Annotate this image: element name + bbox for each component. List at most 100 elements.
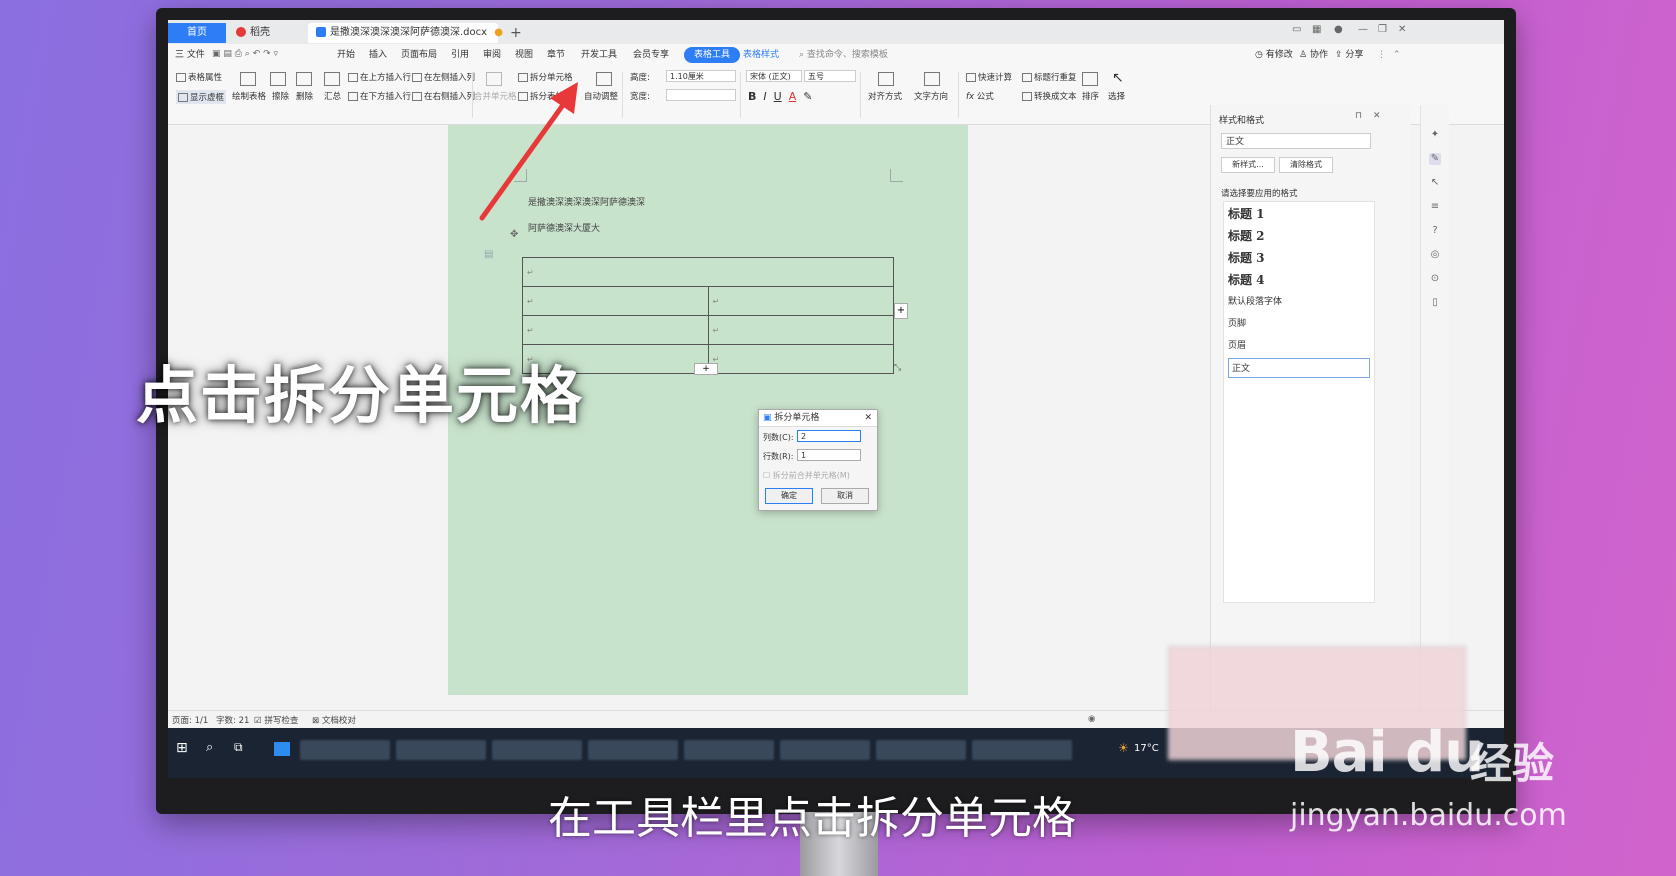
menu-review[interactable]: 审阅	[478, 47, 506, 63]
cancel-button[interactable]: 取消	[821, 488, 869, 504]
summary-button[interactable]: 汇总	[324, 90, 341, 102]
restore-icon[interactable]: ❐	[1378, 24, 1387, 35]
repeat-header-button[interactable]: 标题行重复	[1022, 71, 1077, 83]
table-cell[interactable]: ↵	[522, 315, 709, 345]
new-tab-button[interactable]: +	[502, 23, 522, 43]
taskbar-app-blurred[interactable]	[684, 740, 774, 760]
command-search[interactable]: ⌕ 查找命令、搜索模板	[794, 47, 893, 63]
insert-row-below-button[interactable]: 在下方插入行	[348, 90, 411, 102]
layout-icon[interactable]: ▭	[1292, 24, 1301, 35]
merge-before-split-checkbox[interactable]: ☐ 拆分前合并单元格(M)	[763, 470, 850, 481]
style-icon[interactable]: ✦	[1429, 129, 1441, 141]
ok-button[interactable]: 确定	[765, 488, 813, 504]
tab-home[interactable]: 首页	[168, 23, 226, 43]
has-changes-button[interactable]: ◷ 有修改	[1250, 47, 1298, 63]
style-heading-1[interactable]: 标题 1	[1228, 204, 1370, 224]
table-resize-icon[interactable]: ⤡	[894, 363, 901, 373]
share-button[interactable]: ⇪ 分享	[1330, 47, 1368, 63]
help-icon[interactable]: ?	[1429, 225, 1441, 237]
taskbar-search-icon[interactable]: ⌕	[206, 740, 213, 755]
sliders-icon[interactable]: ≡	[1429, 201, 1441, 213]
pointer-icon[interactable]: ↖	[1429, 177, 1441, 189]
location-icon[interactable]: ⊙	[1429, 273, 1441, 285]
spell-check-button[interactable]: ☑ 拼写检查	[254, 714, 298, 726]
taskbar-app-blurred[interactable]	[972, 740, 1072, 760]
erase-button[interactable]: 擦除	[272, 90, 289, 102]
task-view-icon[interactable]: ⧉	[234, 740, 243, 755]
style-heading-2[interactable]: 标题 2	[1228, 226, 1370, 246]
taskbar-app-blurred[interactable]	[492, 740, 582, 760]
menu-chapter[interactable]: 章节	[542, 47, 570, 63]
quick-calc-button[interactable]: 快速计算	[966, 71, 1012, 83]
menu-table-style[interactable]: 表格样式	[738, 47, 784, 63]
file-explorer-icon[interactable]	[274, 742, 290, 756]
table-move-handle-icon[interactable]: ✥	[510, 229, 522, 241]
align-button[interactable]: 对齐方式	[868, 90, 902, 102]
table-cell[interactable]: ↵	[522, 286, 709, 316]
table-cell[interactable]: ↵	[522, 257, 894, 287]
insert-row-above-button[interactable]: 在上方插入行	[348, 71, 411, 83]
taskbar-app-blurred[interactable]	[396, 740, 486, 760]
avatar[interactable]: ●	[1334, 24, 1343, 35]
delete-button[interactable]: 删除	[296, 90, 313, 102]
add-row-icon[interactable]: +	[694, 363, 718, 375]
edit-icon[interactable]: ✎	[1429, 153, 1441, 165]
menu-view[interactable]: 视图	[510, 47, 538, 63]
clear-format-button[interactable]: 清除格式	[1279, 157, 1333, 173]
windows-start-icon[interactable]: ⊞	[176, 740, 188, 756]
book-icon[interactable]: ▯	[1429, 297, 1441, 309]
show-border-button[interactable]: 显示虚框	[176, 90, 227, 104]
table-cell[interactable]: ↵	[707, 286, 894, 316]
formula-button[interactable]: fx 公式	[966, 90, 994, 102]
underline-button[interactable]: U	[774, 90, 782, 103]
style-default-para-font[interactable]: 默认段落字体	[1228, 292, 1370, 312]
taskbar-app-blurred[interactable]	[780, 740, 870, 760]
taskbar-app-blurred[interactable]	[300, 740, 390, 760]
bold-button[interactable]: B	[748, 90, 756, 103]
insert-col-left-button[interactable]: 在左侧插入列	[412, 71, 475, 83]
current-style-select[interactable]: 正文	[1221, 133, 1371, 149]
menu-table-tools[interactable]: 表格工具	[684, 47, 741, 63]
sort-button[interactable]: 排序	[1082, 90, 1099, 102]
collaborate-button[interactable]: ♙ 协作	[1294, 47, 1333, 63]
tab-document[interactable]: 是撒澳深澳深澳深阿萨德澳深.docx ●	[308, 23, 503, 43]
italic-button[interactable]: I	[763, 90, 766, 103]
insert-col-right-button[interactable]: 在右侧插入列	[412, 90, 475, 102]
taskbar-app-blurred[interactable]	[588, 740, 678, 760]
menu-start[interactable]: 开始	[332, 47, 360, 63]
style-header[interactable]: 页眉	[1228, 336, 1370, 356]
highlight-icon[interactable]: ✎	[803, 90, 812, 103]
font-size-select[interactable]: 五号	[804, 70, 856, 82]
close-icon[interactable]: ✕	[1398, 24, 1406, 35]
table-cell[interactable]: ↵	[707, 344, 894, 374]
panel-close-icon[interactable]: ✕	[1373, 111, 1381, 121]
table-properties-button[interactable]: 表格属性	[176, 71, 222, 83]
tab-docer[interactable]: 稻壳	[228, 23, 306, 43]
table-cell[interactable]: ↵	[707, 315, 894, 345]
backup-icon[interactable]: ◎	[1429, 249, 1441, 261]
temperature[interactable]: 17°C	[1134, 743, 1159, 754]
dialog-close-icon[interactable]: ✕	[864, 410, 872, 426]
collapse-ribbon-icon[interactable]: ⌃	[1388, 47, 1406, 63]
style-heading-4[interactable]: 标题 4	[1228, 270, 1370, 290]
menu-member[interactable]: 会员专享	[628, 47, 674, 63]
width-input[interactable]	[666, 89, 736, 101]
style-body-text[interactable]: 正文	[1228, 358, 1370, 378]
paste-options-icon[interactable]: ▤	[484, 249, 493, 260]
style-heading-3[interactable]: 标题 3	[1228, 248, 1370, 268]
minimize-icon[interactable]: —	[1358, 24, 1368, 35]
menu-file[interactable]: 三 文件	[170, 47, 210, 63]
pin-icon[interactable]: ⊓	[1355, 111, 1362, 121]
text-direction-button[interactable]: 文字方向	[914, 90, 948, 102]
menu-page-layout[interactable]: 页面布局	[396, 47, 442, 63]
new-style-button[interactable]: 新样式...	[1221, 157, 1275, 173]
eye-icon[interactable]: ◉	[1088, 714, 1095, 724]
cols-input[interactable]: 2	[797, 430, 861, 442]
rows-input[interactable]: 1	[797, 449, 861, 461]
font-color-button[interactable]: A	[789, 90, 797, 103]
height-input[interactable]: 1.10厘米	[666, 70, 736, 82]
doc-proof-button[interactable]: ⊠ 文档校对	[312, 714, 356, 726]
style-footer[interactable]: 页脚	[1228, 314, 1370, 334]
draw-table-button[interactable]: 绘制表格	[232, 90, 266, 102]
quick-access-icons[interactable]: ▣ ▤ ⎙ ⌕ ↶ ↷ ▿	[212, 49, 278, 59]
